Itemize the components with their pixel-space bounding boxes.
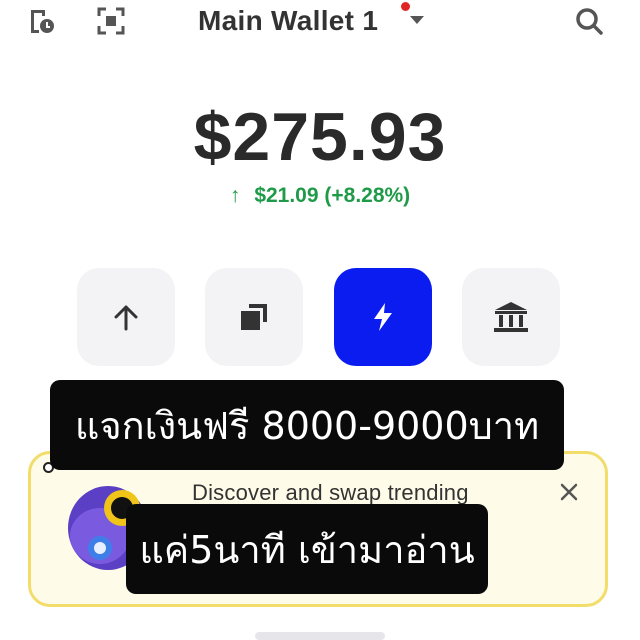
lightning-icon — [374, 303, 392, 331]
chevron-down-icon[interactable] — [410, 16, 424, 24]
search-icon[interactable] — [572, 4, 606, 38]
wallet-title[interactable]: Main Wallet 1 — [198, 2, 378, 40]
bottom-section-stub — [255, 632, 385, 640]
balance-change-value: $21.09 (+8.28%) — [254, 184, 411, 207]
promo-overlay-line1: แจกเงินฟรี 8000-9000บาท — [50, 380, 564, 470]
wallet-balance: $275.93 — [193, 99, 447, 175]
copy-icon — [241, 304, 267, 330]
notification-dot — [401, 2, 410, 11]
history-icon[interactable] — [24, 4, 58, 38]
receive-button[interactable] — [205, 268, 303, 366]
bank-button[interactable] — [462, 268, 560, 366]
promo-overlay-line2: แค่5นาที เข้ามาอ่าน — [126, 504, 488, 594]
swap-button[interactable] — [334, 268, 432, 366]
close-icon[interactable] — [555, 478, 583, 506]
balance-change: ↑ $21.09 (+8.28%) — [0, 184, 640, 208]
send-button[interactable] — [77, 268, 175, 366]
arrow-up-icon: ↑ — [229, 184, 241, 207]
bank-icon — [494, 302, 528, 332]
scan-icon[interactable] — [94, 4, 128, 38]
arrow-up-icon — [114, 305, 138, 331]
banner-text: Discover and swap trending — [192, 480, 469, 505]
